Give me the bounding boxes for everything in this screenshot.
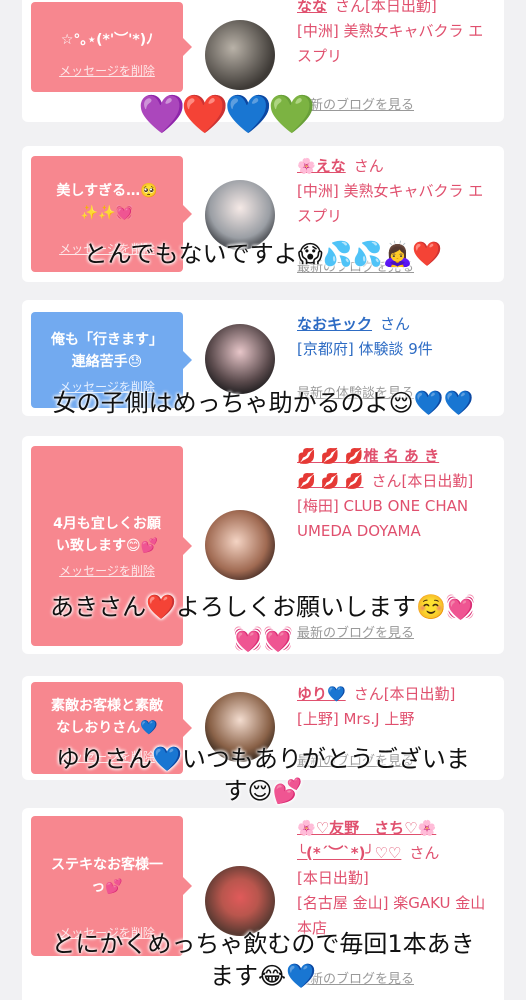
- sender-info: なおキック さん [京都府] 体験談 9件: [297, 312, 497, 362]
- overlay-caption: 女の子側はめっちゃ助かるのよ😌💙💙: [52, 389, 474, 417]
- sender-shop: [中洲] 美熟女キャバクラ エスプリ: [297, 182, 484, 225]
- sender-name-link[interactable]: なな: [297, 0, 327, 15]
- message-text: ステキなお客様一 っ💕: [51, 857, 163, 895]
- sender-name-link[interactable]: ゆり💙: [297, 685, 346, 703]
- sender-info: 💋 💋 💋椎 名 あ き 💋 💋 💋 さん[本日出勤] [梅田] CLUB ONE…: [297, 444, 497, 544]
- avatar[interactable]: [205, 866, 275, 936]
- message-text: 美しすぎる…🥺 ✨✨💓: [56, 183, 158, 221]
- overlay-caption: あきさん❤️よろしくお願いします☺️💓 💓💓: [50, 593, 476, 653]
- sender-info: ゆり💙 さん[本日出勤] [上野] Mrs.J 上野: [297, 682, 497, 732]
- delete-message-link[interactable]: メッセージを削除: [31, 60, 183, 82]
- message-text: 4月も宜しくお願 い致します😊💕: [53, 516, 161, 554]
- overlay-caption: とんでもないですよ😱💦💦🙇‍♀️❤️: [83, 240, 443, 268]
- sender-honorific: さん: [409, 844, 440, 862]
- message-bubble: ☆°｡⋆(*'︶'*)ﾉ メッセージを削除: [31, 2, 192, 92]
- avatar[interactable]: [205, 324, 275, 394]
- latest-blog-link[interactable]: 最新のブログを見る: [297, 94, 414, 113]
- sender-honorific: さん: [353, 157, 384, 175]
- avatar[interactable]: [205, 510, 275, 580]
- overlay-caption: とにかくめっちゃ飲むので毎回1本あき ます😂💙: [51, 930, 475, 990]
- delete-message-link[interactable]: メッセージを削除: [31, 560, 183, 582]
- message-text: 素敵お客様と素敵 なしおりさん💙: [51, 698, 163, 736]
- overlay-caption: ゆりさん💙いつもありがとうございま す😌💕: [56, 745, 470, 805]
- sender-review-count: [京都府] 体験談 9件: [297, 340, 433, 358]
- sender-name-link[interactable]: なおキック: [297, 315, 372, 333]
- hearts-sticker: 💜❤️💙💚: [138, 92, 315, 136]
- sender-name-link[interactable]: 🌸えな: [297, 157, 346, 175]
- message-text: ☆°｡⋆(*'︶'*)ﾉ: [60, 32, 154, 48]
- sender-shop: [上野] Mrs.J 上野: [297, 710, 415, 728]
- sender-info: 🌸♡友野 さち♡🌸 ╰(*´︶`*)╯♡♡ さん [本日出勤] [名古屋 金山] …: [297, 816, 497, 941]
- sender-shop: [梅田] CLUB ONE CHAN UMEDA DOYAMA: [297, 497, 469, 540]
- sender-honorific: さん[本日出勤]: [353, 685, 456, 703]
- message-text: 俺も「行きます」 連絡苦手😓: [51, 332, 163, 370]
- sender-shop: [中洲] 美熟女キャバクラ エスプリ: [297, 22, 484, 65]
- sender-info: 🌸えな さん [中洲] 美熟女キャバクラ エスプリ: [297, 154, 497, 229]
- sender-info: なな さん[本日出勤] [中洲] 美熟女キャバクラ エスプリ: [297, 0, 497, 69]
- sender-honorific: さん[本日出勤]: [371, 472, 474, 490]
- avatar[interactable]: [205, 20, 275, 90]
- sender-honorific: さん: [380, 315, 411, 333]
- sender-honorific: さん[本日出勤]: [335, 0, 437, 15]
